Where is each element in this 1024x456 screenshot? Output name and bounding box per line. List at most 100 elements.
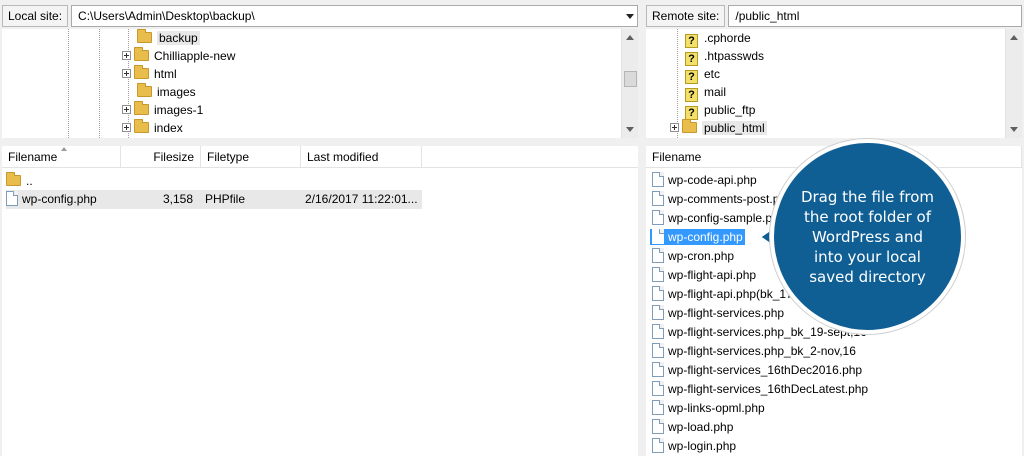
- remote-site-label: Remote site:: [646, 5, 726, 27]
- file-row-content: wp-cron.php: [650, 248, 736, 264]
- tree-item[interactable]: ? mail: [685, 83, 726, 102]
- tree-item-label: images: [157, 85, 196, 99]
- local-file-list-header: Filename Filesize Filetype Last modified: [2, 146, 638, 168]
- file-row[interactable]: wp-flight-services.php: [650, 304, 786, 323]
- file-row[interactable]: wp-login.php: [650, 437, 738, 456]
- tree-item-label: public_ftp: [704, 103, 756, 117]
- tree-item[interactable]: images: [122, 83, 196, 101]
- file-icon: [652, 229, 664, 244]
- file-row-content: wp-flight-api.php: [650, 267, 758, 283]
- scrollbar-thumb[interactable]: [624, 71, 637, 87]
- remote-site-path-text: /public_html: [735, 9, 800, 23]
- file-icon: [652, 324, 664, 339]
- local-directory-tree: backup Chilliapple-new html images images-1 i…: [2, 29, 638, 138]
- file-row[interactable]: wp-load.php: [650, 418, 735, 437]
- tree-item-label: .cphorde: [704, 31, 751, 45]
- column-last-modified[interactable]: Last modified: [301, 146, 422, 168]
- file-row[interactable]: wp-links-opml.php: [650, 399, 767, 418]
- file-icon: [652, 400, 664, 415]
- file-icon: [652, 343, 664, 358]
- folder-icon: [134, 101, 149, 115]
- file-name: wp-code-api.php: [668, 173, 757, 187]
- tree-item[interactable]: backup: [122, 29, 200, 47]
- sort-caret-icon: [61, 147, 67, 151]
- file-row[interactable]: wp-comments-post.php: [650, 190, 795, 209]
- tree-item[interactable]: html: [122, 65, 177, 83]
- file-icon: [6, 191, 18, 206]
- file-name: wp-comments-post.php: [668, 192, 793, 206]
- file-icon: [652, 381, 664, 396]
- scroll-up-icon[interactable]: [1010, 35, 1018, 40]
- file-row-content: wp-flight-services.php_bk_2-nov,16: [650, 343, 858, 359]
- expand-icon[interactable]: [670, 123, 679, 132]
- local-site-label: Local site:: [2, 5, 69, 27]
- unknown-item-icon: ?: [685, 70, 698, 84]
- file-name: wp-flight-services_16thDec2016.php: [668, 363, 863, 377]
- file-row-content: wp-login.php: [650, 438, 738, 454]
- file-name-cell: wp-config.php: [6, 190, 122, 209]
- tree-item[interactable]: ? public_ftp: [685, 101, 756, 120]
- tree-item-label: index: [154, 121, 183, 135]
- file-name: wp-load.php: [668, 420, 734, 434]
- folder-icon: [137, 29, 152, 43]
- file-row[interactable]: wp-config.php: [650, 228, 745, 247]
- local-site-path-combo[interactable]: C:\Users\Admin\Desktop\backup\: [71, 5, 638, 27]
- column-filesize[interactable]: Filesize: [121, 146, 201, 168]
- remote-site-path-input[interactable]: /public_html: [728, 5, 1022, 27]
- file-row-content: wp-flight-services.php: [650, 305, 786, 321]
- file-row-content: wp-config.php: [650, 229, 745, 245]
- file-row-content: wp-comments-post.php: [650, 191, 795, 207]
- remote-directory-tree: ? .cphorde? .htpasswds? etc? mail? public_ftp…: [646, 29, 1022, 138]
- file-row[interactable]: wp-flight-services_16thDecLatest.php: [650, 380, 870, 399]
- file-row[interactable]: wp-cron.php: [650, 247, 736, 266]
- file-row[interactable]: wp-code-api.php: [650, 171, 759, 190]
- file-icon: [652, 286, 664, 301]
- file-icon: [652, 191, 664, 206]
- tree-item[interactable]: public_html: [670, 119, 767, 137]
- expand-icon[interactable]: [122, 123, 131, 132]
- chevron-down-icon[interactable]: [626, 14, 634, 19]
- file-row[interactable]: wp-config.php 3,158 PHPfile 2/16/2017 11:22…: [6, 190, 422, 209]
- tree-item-label: images-1: [154, 103, 204, 117]
- file-name: wp-flight-services.php: [668, 306, 785, 320]
- file-name: wp-flight-services_16thDecLatest.php: [668, 382, 869, 396]
- local-file-list: Filename Filesize Filetype Last modified…: [2, 146, 638, 456]
- scroll-down-icon[interactable]: [626, 127, 634, 132]
- expand-icon[interactable]: [122, 105, 131, 114]
- tree-item[interactable]: ? etc: [685, 65, 720, 84]
- column-filename[interactable]: Filename: [2, 146, 121, 168]
- file-size: 3,158: [162, 192, 193, 206]
- file-icon: [652, 172, 664, 187]
- file-icon: [652, 362, 664, 377]
- scroll-up-icon[interactable]: [626, 35, 634, 40]
- file-icon: [652, 210, 664, 225]
- local-tree-scrollbar[interactable]: [621, 29, 638, 138]
- file-row-content: wp-flight-services_16thDecLatest.php: [650, 381, 870, 397]
- remote-tree-scrollbar[interactable]: [1005, 29, 1022, 138]
- file-row[interactable]: wp-flight-api.php: [650, 266, 758, 285]
- folder-icon: [134, 65, 149, 79]
- folder-icon: [6, 172, 21, 186]
- file-row[interactable]: wp-flight-services.php_bk_2-nov,16: [650, 342, 858, 361]
- column-filetype[interactable]: Filetype: [201, 146, 301, 168]
- tree-item[interactable]: ? .cphorde: [685, 29, 751, 48]
- folder-icon: [682, 119, 697, 133]
- scroll-down-icon[interactable]: [1010, 127, 1018, 132]
- expand-icon[interactable]: [122, 51, 131, 60]
- expand-icon[interactable]: [122, 69, 131, 78]
- file-modified: 2/16/2017 11:22:01...: [305, 192, 418, 206]
- file-name: wp-config.php: [22, 192, 97, 206]
- tree-item[interactable]: Chilliapple-new: [122, 47, 235, 65]
- pane-splitter[interactable]: [638, 0, 646, 456]
- parent-directory-row[interactable]: ..: [6, 172, 33, 191]
- unknown-item-icon: ?: [685, 88, 698, 102]
- tree-item[interactable]: images-1: [122, 101, 203, 119]
- tree-item[interactable]: index: [122, 119, 183, 137]
- file-name: wp-cron.php: [668, 249, 735, 263]
- unknown-item-icon: ?: [685, 34, 698, 48]
- file-type: PHPfile: [205, 192, 246, 206]
- tree-item[interactable]: ? .htpasswds: [685, 47, 764, 66]
- instruction-callout-text: Drag the file from the root folder of Wo…: [800, 187, 935, 286]
- tree-item-label: public_html: [702, 121, 767, 135]
- file-row[interactable]: wp-flight-services_16thDec2016.php: [650, 361, 864, 380]
